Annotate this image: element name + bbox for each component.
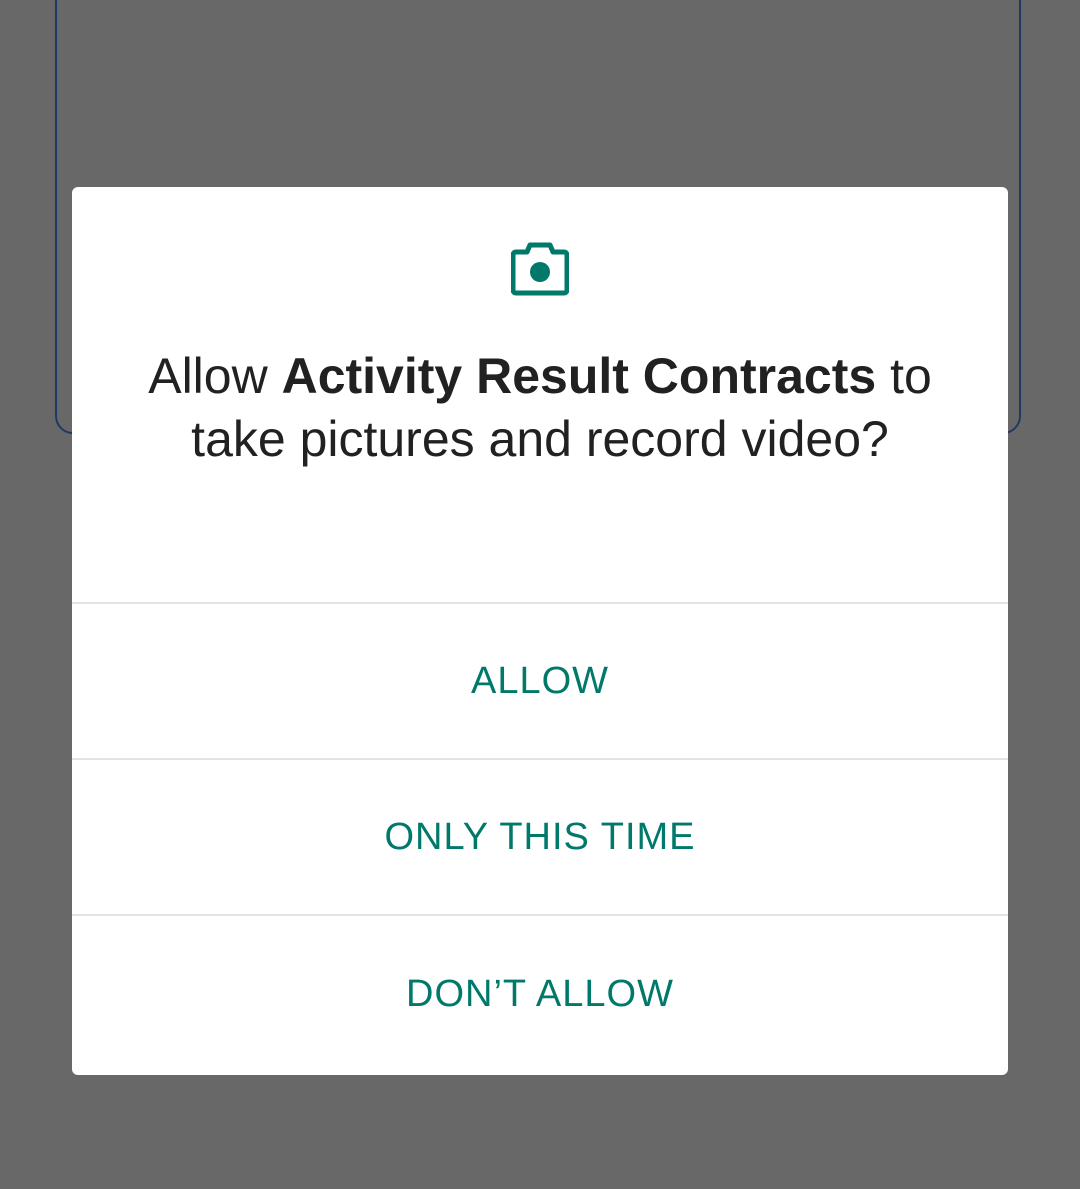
permission-dialog: Allow Activity Result Contracts to take … xyxy=(72,187,1008,1075)
camera-icon xyxy=(511,242,569,296)
dont-allow-button-label: DON’T ALLOW xyxy=(406,972,674,1015)
allow-button[interactable]: ALLOW xyxy=(72,604,1008,760)
permission-prompt: Allow Activity Result Contracts to take … xyxy=(112,345,968,471)
dont-allow-button[interactable]: DON’T ALLOW xyxy=(72,916,1008,1072)
dialog-header: Allow Activity Result Contracts to take … xyxy=(72,187,1008,604)
only-this-time-button-label: ONLY THIS TIME xyxy=(384,815,696,858)
only-this-time-button[interactable]: ONLY THIS TIME xyxy=(72,760,1008,916)
app-name: Activity Result Contracts xyxy=(281,348,877,404)
prompt-prefix: Allow xyxy=(148,348,282,404)
allow-button-label: ALLOW xyxy=(470,659,610,702)
